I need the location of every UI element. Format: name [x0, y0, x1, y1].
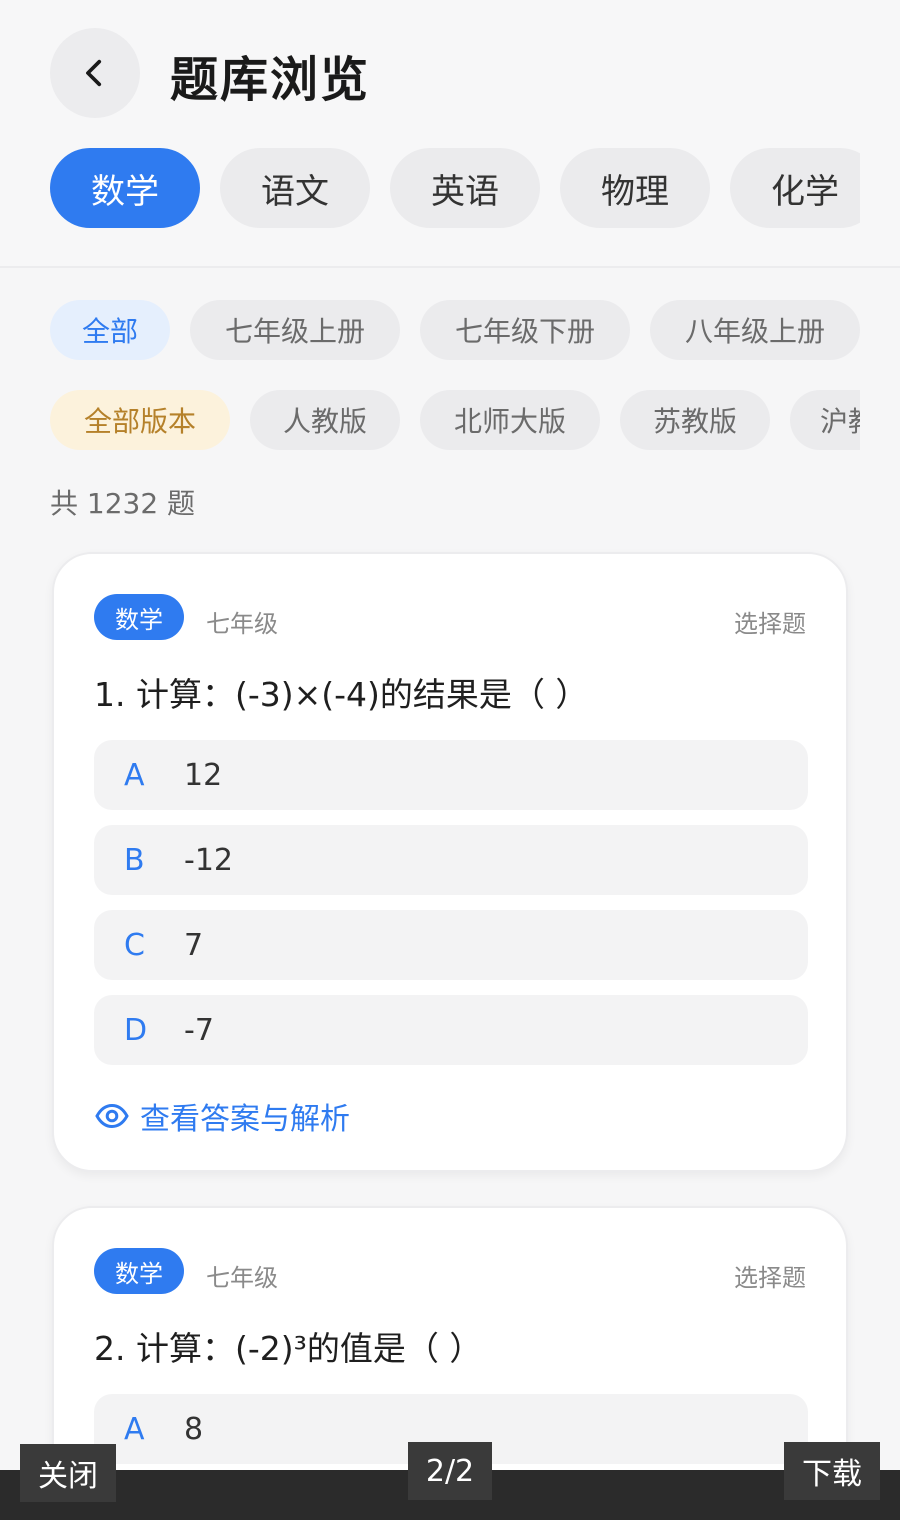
version-chip-hujiao[interactable]: 沪教	[790, 390, 860, 450]
version-chip-sujiao[interactable]: 苏教版	[620, 390, 770, 450]
tab-chemistry[interactable]: 化学	[730, 148, 860, 228]
option-value: 7	[184, 927, 204, 963]
option-value: -7	[184, 1012, 214, 1048]
grade-tag: 七年级	[206, 1264, 278, 1292]
grade-tag: 七年级	[206, 610, 278, 638]
option-letter: A	[124, 757, 145, 793]
grade-filter: 全部 七年级上册 七年级下册 八年级上册	[50, 300, 860, 360]
eye-icon	[95, 1103, 129, 1129]
download-button[interactable]: 下载	[784, 1442, 880, 1500]
version-chip-all[interactable]: 全部版本	[50, 390, 230, 450]
option-c[interactable]: C 7	[94, 910, 808, 980]
question-stem: 2. 计算：(-2)³的值是（ ）	[94, 1329, 483, 1368]
page-indicator: 2/2	[408, 1442, 492, 1500]
question-count: 共 1232 题	[50, 487, 196, 520]
grade-chip-7b[interactable]: 七年级下册	[420, 300, 630, 360]
grade-chip-7a[interactable]: 七年级上册	[190, 300, 400, 360]
version-chip-beishida[interactable]: 北师大版	[420, 390, 600, 450]
option-a[interactable]: A 12	[94, 740, 808, 810]
back-button[interactable]	[50, 28, 140, 118]
header: 题库浏览 数学 语文 英语 物理 化学	[0, 0, 900, 268]
option-value: 12	[184, 757, 223, 793]
option-value: 8	[184, 1411, 204, 1447]
chevron-left-icon	[86, 59, 102, 87]
tab-physics[interactable]: 物理	[560, 148, 710, 228]
option-letter: B	[124, 842, 145, 878]
option-d[interactable]: D -7	[94, 995, 808, 1065]
version-chip-renjiao[interactable]: 人教版	[250, 390, 400, 450]
option-value: -12	[184, 842, 233, 878]
option-letter: C	[124, 927, 145, 963]
tab-chinese[interactable]: 语文	[220, 148, 370, 228]
view-answer-link[interactable]: 查看答案与解析	[94, 1094, 350, 1138]
grade-chip-all[interactable]: 全部	[50, 300, 170, 360]
view-answer-label: 查看答案与解析	[140, 1102, 350, 1137]
subject-tag: 数学	[94, 1248, 184, 1294]
subject-tag: 数学	[94, 594, 184, 640]
question-card: 数学 七年级 选择题 1. 计算：(-3)×(-4)的结果是（ ） A 12 B…	[52, 552, 848, 1172]
grade-chip-8a[interactable]: 八年级上册	[650, 300, 860, 360]
close-button[interactable]: 关闭	[20, 1444, 116, 1502]
option-b[interactable]: B -12	[94, 825, 808, 895]
option-letter: A	[124, 1411, 145, 1447]
question-stem: 1. 计算：(-3)×(-4)的结果是（ ）	[94, 675, 589, 714]
tab-math[interactable]: 数学	[50, 148, 200, 228]
option-letter: D	[124, 1012, 148, 1048]
tab-english[interactable]: 英语	[390, 148, 540, 228]
subject-tabs: 数学 语文 英语 物理 化学	[50, 148, 860, 228]
question-type: 选择题	[734, 610, 806, 638]
page-title: 题库浏览	[170, 52, 371, 108]
question-type: 选择题	[734, 1264, 806, 1292]
version-filter: 全部版本人教版北师大版苏教版沪教	[50, 390, 860, 450]
